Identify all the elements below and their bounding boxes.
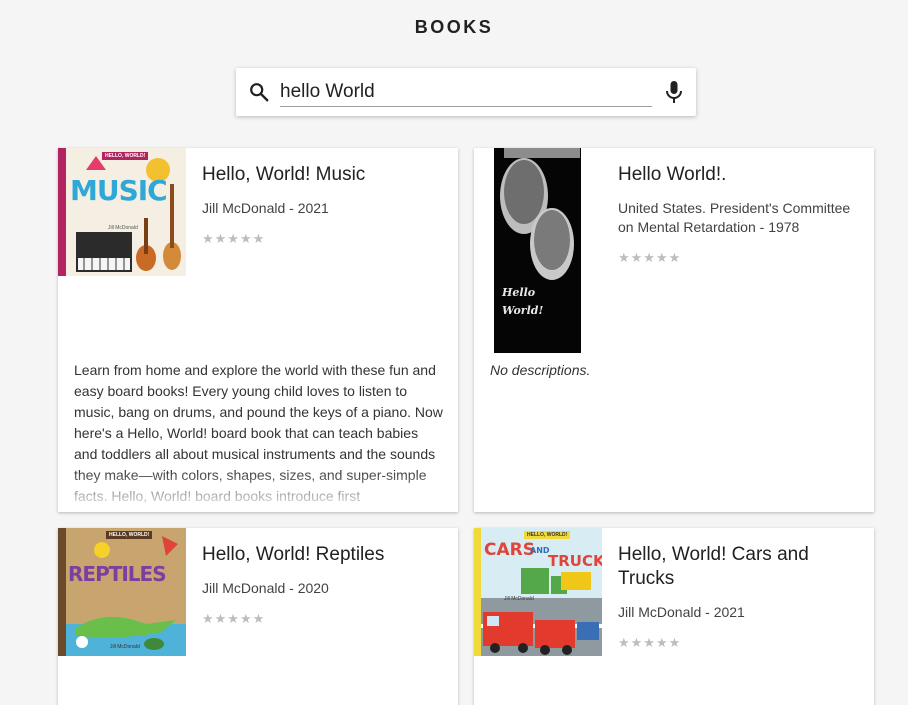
search-icon[interactable]	[248, 81, 270, 103]
search-bar	[236, 68, 696, 116]
cover-title: REPTILES	[68, 562, 167, 586]
rating-stars[interactable]: ★★★★★	[202, 611, 265, 627]
cover-author: Jill McDonald	[110, 644, 140, 650]
book-title[interactable]: Hello, World! Reptiles	[202, 543, 442, 567]
book-title[interactable]: Hello World!.	[618, 163, 858, 187]
cover-title: MUSIC	[70, 174, 168, 207]
book-cover-reptiles[interactable]: HELLO, WORLD! REPTILES Jill McDonald	[58, 528, 186, 656]
book-meta: Jill McDonald - 2020	[202, 580, 329, 596]
book-title[interactable]: Hello, World! Cars and Trucks	[618, 543, 858, 591]
book-cover-hello-world[interactable]: Hello World!	[494, 148, 581, 353]
no-description-text: No descriptions.	[490, 362, 591, 378]
search-input[interactable]	[280, 77, 652, 107]
book-cover-music[interactable]: HELLO, WORLD! MUSIC Jill McDonald	[58, 148, 186, 276]
rating-stars[interactable]: ★★★★★	[618, 635, 681, 651]
book-card-hello-world[interactable]: Hello World! Hello World!. United States…	[474, 148, 874, 512]
cover-title: Hello World!	[502, 286, 544, 317]
book-card-music[interactable]: HELLO, WORLD! MUSIC Jill McDonald Hello,…	[58, 148, 458, 512]
book-title[interactable]: Hello, World! Music	[202, 163, 442, 187]
cover-title-line-3: TRUCKS	[548, 552, 602, 570]
cover-title-line-2: AND	[530, 546, 550, 555]
cover-author: Jill McDonald	[108, 225, 138, 231]
mic-icon[interactable]	[664, 80, 684, 104]
book-meta: Jill McDonald - 2021	[202, 200, 329, 216]
book-card-reptiles[interactable]: HELLO, WORLD! REPTILES Jill McDonald Hel…	[58, 528, 458, 705]
description-fade	[58, 470, 458, 512]
page-title: BOOKS	[414, 17, 494, 37]
book-meta: Jill McDonald - 2021	[618, 604, 745, 620]
book-meta: United States. President's Committee on …	[618, 200, 851, 235]
rating-stars[interactable]: ★★★★★	[618, 250, 681, 266]
rating-stars[interactable]: ★★★★★	[202, 231, 265, 247]
book-cover-cars-and-trucks[interactable]: HELLO, WORLD! CARS AND TRUCKS Jill McDon…	[474, 528, 602, 656]
cover-title-line-1: CARS	[484, 540, 535, 560]
book-card-cars-and-trucks[interactable]: HELLO, WORLD! CARS AND TRUCKS Jill McDon…	[474, 528, 874, 705]
cover-author: Jill McDonald	[504, 596, 534, 602]
